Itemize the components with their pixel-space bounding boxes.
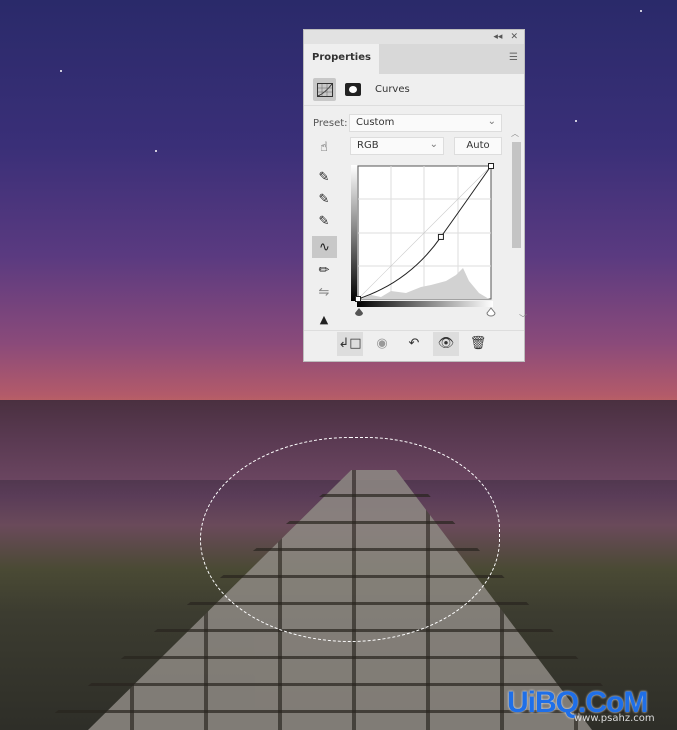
clipping-warning-icon[interactable]: ▲	[313, 309, 335, 329]
trash-icon[interactable]: 🗑	[465, 332, 491, 356]
adjustment-title: Curves	[375, 84, 410, 95]
channel-dropdown[interactable]: RGB ⌄	[350, 137, 444, 155]
view-previous-state-icon[interactable]: ◉	[369, 332, 395, 356]
watermark-url: www.psahz.com	[574, 713, 655, 724]
curves-graph[interactable]	[351, 163, 499, 323]
auto-button[interactable]: Auto	[454, 137, 502, 155]
white-slider[interactable]	[486, 307, 496, 317]
visibility-eye-icon[interactable]: 👁	[433, 331, 459, 356]
smooth-curve-icon[interactable]: ⇋	[313, 282, 335, 302]
chevron-up-icon[interactable]: ︿	[511, 129, 519, 138]
gray-point-eyedropper-icon[interactable]: ✎	[313, 189, 335, 209]
on-image-adjust-icon[interactable]: ☝	[313, 137, 335, 157]
curve-control-point[interactable]	[437, 233, 444, 240]
curve-control-point[interactable]	[488, 163, 494, 169]
star	[640, 10, 642, 12]
curves-adjustment-icon[interactable]	[313, 78, 336, 101]
marquee-selection[interactable]	[200, 437, 500, 642]
curve-control-point[interactable]	[355, 296, 361, 302]
black-point-eyedropper-icon[interactable]: ✎	[313, 167, 335, 187]
scrollbar[interactable]: ︿ ﹀	[511, 128, 527, 324]
channel-value: RGB	[357, 140, 379, 151]
star	[60, 70, 62, 72]
pencil-draw-icon[interactable]: ✏	[313, 260, 335, 280]
reset-icon[interactable]: ↶	[401, 332, 427, 356]
black-slider[interactable]	[355, 308, 363, 316]
white-point-eyedropper-icon[interactable]: ✎	[313, 211, 335, 231]
clip-to-layer-icon[interactable]: ↲□	[337, 331, 363, 356]
tab-properties[interactable]: Properties	[304, 44, 379, 74]
double-chevron-left-icon[interactable]: ◂◂	[493, 32, 502, 42]
chevron-down-icon: ⌄	[429, 139, 438, 150]
chevron-down-icon[interactable]: ﹀	[519, 313, 527, 324]
close-icon[interactable]: ✕	[510, 32, 518, 42]
properties-panel: ◂◂ ✕ Properties ☰ Curves Preset: Custom ⌄…	[303, 29, 527, 362]
curve-points-icon[interactable]: ∿	[312, 236, 337, 258]
scrollbar-thumb[interactable]	[512, 142, 521, 248]
preset-dropdown[interactable]: Custom ⌄	[349, 114, 502, 132]
preset-label: Preset:	[313, 118, 348, 129]
star	[155, 150, 157, 152]
preset-value: Custom	[356, 117, 395, 128]
star	[575, 120, 577, 122]
layer-mask-icon[interactable]	[341, 78, 364, 101]
chevron-down-icon: ⌄	[487, 116, 496, 127]
hamburger-menu-icon[interactable]: ☰	[503, 44, 524, 74]
